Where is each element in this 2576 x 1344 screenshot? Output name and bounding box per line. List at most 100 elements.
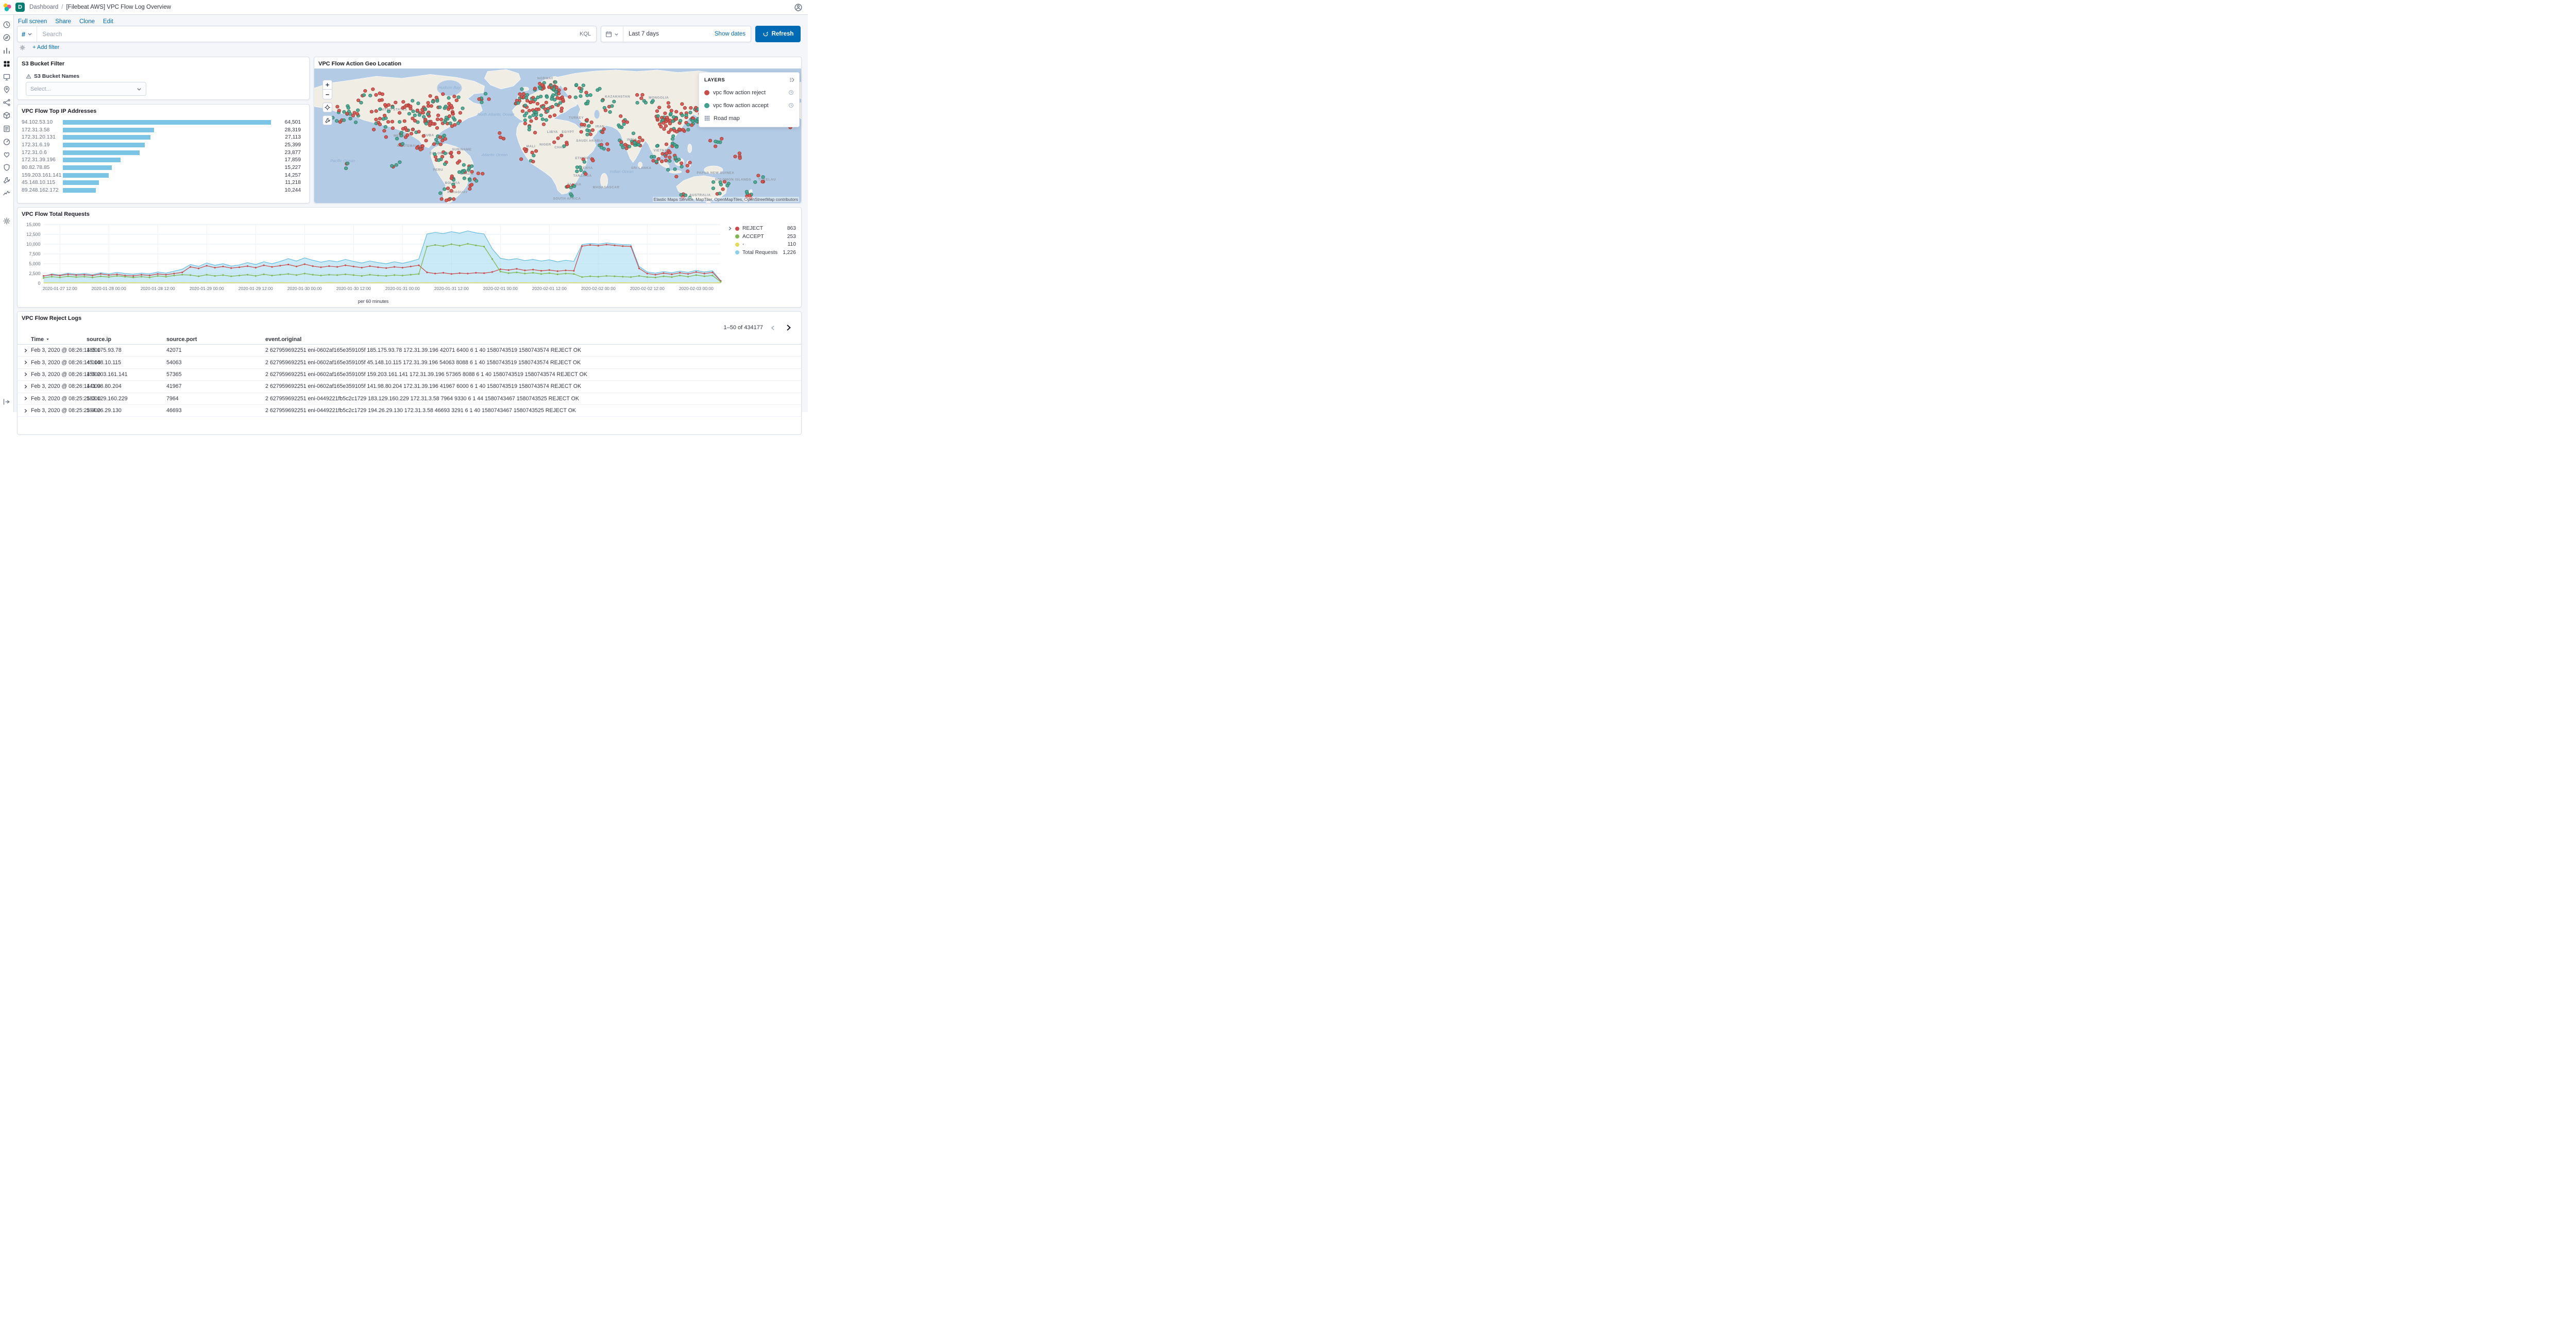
geo-point[interactable] [356,98,361,103]
geo-point[interactable] [402,105,406,109]
geo-point[interactable] [599,143,603,147]
fit-to-data-button[interactable] [323,103,332,112]
geo-point[interactable] [483,92,488,96]
geo-point[interactable] [738,156,742,160]
geo-point[interactable] [714,140,718,144]
geo-point[interactable] [382,113,387,117]
geo-point[interactable] [397,111,402,115]
zoom-in-button[interactable]: + [323,80,332,90]
geo-point[interactable] [411,109,415,113]
geo-point[interactable] [674,130,679,134]
geo-point[interactable] [534,149,538,153]
geo-point[interactable] [446,186,450,190]
geo-point[interactable] [619,114,623,118]
expand-row-icon[interactable] [23,408,31,414]
geo-point[interactable] [380,92,384,96]
geo-point[interactable] [602,127,606,131]
search-input[interactable] [37,30,574,38]
geo-point[interactable] [603,108,608,112]
geo-point[interactable] [454,98,459,103]
geo-point[interactable] [453,123,457,127]
geo-point[interactable] [578,86,582,90]
geo-point[interactable] [674,175,679,179]
geo-point[interactable] [652,155,656,159]
geo-point[interactable] [668,156,672,159]
geo-point[interactable] [683,106,687,110]
clone-button[interactable]: Clone [79,19,95,25]
geo-point[interactable] [522,147,527,151]
geo-point[interactable] [686,123,690,127]
geo-point[interactable] [436,113,440,117]
geo-point[interactable] [374,93,378,97]
geo-point[interactable] [335,105,340,109]
geo-point[interactable] [458,111,463,115]
geo-point[interactable] [524,96,529,100]
geo-point[interactable] [598,87,602,91]
geo-point[interactable] [381,117,385,121]
geo-point[interactable] [657,106,662,110]
geo-point[interactable] [722,180,726,184]
geo-point[interactable] [451,112,455,116]
geo-point[interactable] [383,103,387,107]
calendar-dropdown[interactable] [601,26,623,42]
geo-point[interactable] [545,95,549,99]
kibana-logo-icon[interactable] [0,0,14,14]
geo-point[interactable] [409,105,413,108]
geo-point[interactable] [415,146,419,150]
siem-icon[interactable] [1,162,12,173]
geo-point[interactable] [374,117,378,122]
geo-point[interactable] [605,142,609,146]
dashboard-icon[interactable] [1,58,12,70]
geo-point[interactable] [429,104,433,108]
geo-point[interactable] [553,80,557,84]
geo-point[interactable] [423,117,428,122]
geo-point[interactable] [404,128,409,132]
geo-point[interactable] [556,136,560,140]
geo-point[interactable] [694,120,699,124]
geo-point[interactable] [685,164,690,167]
geo-point[interactable] [444,198,449,202]
geo-point[interactable] [523,104,528,108]
geo-point[interactable] [753,180,757,184]
geo-point[interactable] [544,100,548,105]
geo-point[interactable] [689,106,693,110]
geo-point[interactable] [351,113,355,117]
geo-point[interactable] [550,105,554,109]
geo-point[interactable] [737,151,742,155]
geo-point[interactable] [531,113,535,117]
geo-point[interactable] [520,109,525,113]
geo-point[interactable] [631,131,636,135]
geo-point[interactable] [667,105,671,109]
machine-learning-icon[interactable] [1,97,12,108]
geo-point[interactable] [452,197,456,201]
geo-point[interactable] [498,135,503,140]
geo-point[interactable] [468,178,472,182]
geo-point[interactable] [680,165,684,168]
geo-point[interactable] [711,186,716,191]
geo-point[interactable] [656,114,660,118]
geo-point[interactable] [536,95,540,99]
geo-point[interactable] [552,113,557,117]
geo-point[interactable] [761,175,765,179]
geo-point[interactable] [575,169,579,173]
share-button[interactable]: Share [55,19,71,25]
geo-point[interactable] [470,169,474,174]
geo-point[interactable] [720,137,724,141]
geo-point[interactable] [588,93,592,97]
geo-point[interactable] [554,103,558,107]
geo-point[interactable] [688,110,692,114]
geo-point[interactable] [369,110,374,114]
geo-point[interactable] [498,131,502,135]
geo-point[interactable] [424,122,428,126]
geo-point[interactable] [674,145,679,149]
metrics-icon[interactable] [1,110,12,121]
geo-point[interactable] [474,179,479,183]
geo-point[interactable] [612,99,616,104]
full-screen-button[interactable]: Full screen [18,19,47,25]
geo-point[interactable] [353,120,358,124]
geo-point[interactable] [374,109,378,113]
geo-point[interactable] [413,113,417,117]
expand-row-icon[interactable] [23,396,31,401]
geo-point[interactable] [673,167,677,171]
geo-point[interactable] [523,122,527,126]
